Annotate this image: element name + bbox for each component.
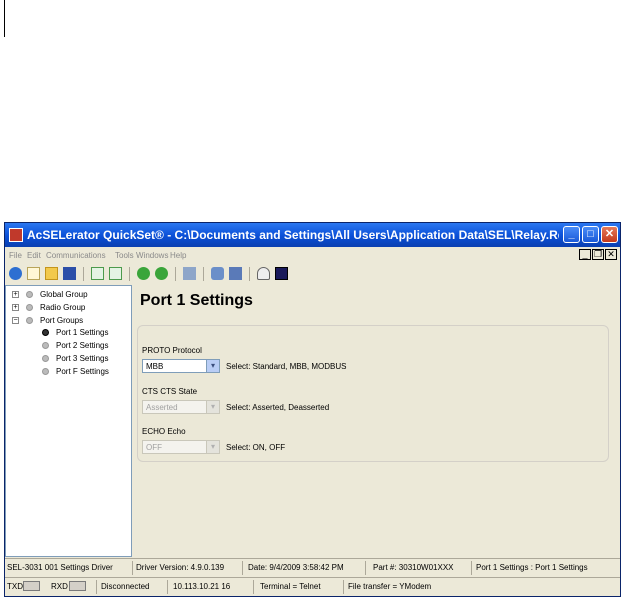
send-icon[interactable] — [109, 267, 122, 280]
tree-item-port-2-settings[interactable]: Port 2 Settings — [56, 341, 108, 350]
page-title: Port 1 Settings — [140, 292, 253, 309]
minimize-button[interactable]: _ — [563, 226, 580, 243]
tree-item-port-3-settings[interactable]: Port 3 Settings — [56, 354, 108, 363]
expand-icon[interactable]: + — [12, 304, 19, 311]
mdi-restore-button[interactable]: ❐ — [592, 249, 604, 260]
echo-hint: Select: ON, OFF — [226, 443, 286, 452]
tree-item-port-1-settings[interactable]: Port 1 Settings — [56, 328, 108, 337]
setting-label-proto: PROTO Protocol — [142, 346, 202, 355]
group-icon — [26, 291, 33, 298]
menu-help[interactable]: Help — [170, 251, 186, 260]
go-green-icon[interactable] — [137, 267, 150, 280]
toolbar — [5, 264, 620, 284]
chevron-down-icon[interactable]: ▾ — [206, 441, 219, 453]
page-margin-line — [4, 0, 5, 37]
txd-indicator-icon — [23, 581, 40, 591]
toolbar-separator — [83, 267, 84, 281]
group-icon — [26, 317, 33, 324]
connection-address: 10.113.10.21 16 — [173, 582, 231, 591]
status-separator — [167, 580, 168, 594]
setting-label-cts: CTS CTS State — [142, 387, 198, 396]
mdi-close-button[interactable]: ✕ — [605, 249, 617, 260]
window-title: AcSELerator QuickSet® - C:\Documents and… — [27, 228, 559, 242]
download-icon[interactable] — [229, 267, 242, 280]
toolbar-separator — [249, 267, 250, 281]
mdi-minimize-button[interactable]: _ — [579, 249, 591, 260]
toolbar-separator — [129, 267, 130, 281]
echo-value: OFF — [146, 443, 162, 452]
read-icon[interactable] — [91, 267, 104, 280]
cts-value: Asserted — [146, 403, 178, 412]
network-icon[interactable] — [183, 267, 196, 280]
expand-icon[interactable]: + — [12, 291, 19, 298]
status-separator — [343, 580, 344, 594]
cts-dropdown[interactable]: Asserted ▾ — [142, 400, 220, 414]
connection-status: Disconnected — [101, 582, 150, 591]
status-part: Part #: 30310W01XXX — [373, 563, 454, 572]
save-icon[interactable] — [63, 267, 76, 280]
new-icon[interactable] — [27, 267, 40, 280]
status-location: Port 1 Settings : Port 1 Settings — [476, 563, 588, 572]
chevron-down-icon[interactable]: ▾ — [206, 401, 219, 413]
status-separator — [242, 561, 243, 575]
settings-panel: Port 1 Settings PROTO Protocol MBB ▾ Sel… — [133, 285, 620, 557]
title-bar[interactable]: AcSELerator QuickSet® - C:\Documents and… — [5, 223, 620, 247]
item-icon — [42, 342, 49, 349]
status-separator — [253, 580, 254, 594]
tree-item-radio-group[interactable]: Radio Group — [40, 303, 85, 312]
status-separator — [471, 561, 472, 575]
connect-icon[interactable] — [9, 267, 22, 280]
txd-label: TXD — [7, 582, 23, 591]
tree-item-port-f-settings[interactable]: Port F Settings — [56, 367, 109, 376]
settings-group-box: PROTO Protocol MBB ▾ Select: Standard, M… — [137, 325, 609, 462]
tree-item-port-groups[interactable]: Port Groups — [40, 316, 83, 325]
proto-value: MBB — [146, 362, 164, 371]
menu-communications[interactable]: Communications — [46, 251, 106, 260]
menu-tools[interactable]: Tools — [115, 251, 134, 260]
status-separator — [365, 561, 366, 575]
app-icon — [9, 228, 23, 242]
status-separator — [132, 561, 133, 575]
file-transfer-protocol: File transfer = YModem — [348, 582, 432, 591]
rxd-label: RXD — [51, 582, 68, 591]
settings-tree: + Global Group + Radio Group − Port Grou… — [5, 285, 132, 557]
open-folder-icon[interactable] — [45, 267, 58, 280]
close-button[interactable]: ✕ — [601, 226, 618, 243]
menu-edit[interactable]: Edit — [27, 251, 41, 260]
item-icon — [42, 355, 49, 362]
settings-icon[interactable] — [211, 267, 224, 280]
chevron-down-icon[interactable]: ▾ — [206, 360, 219, 372]
menu-windows[interactable]: Windows — [136, 251, 168, 260]
active-item-icon — [42, 329, 49, 336]
group-icon — [26, 304, 33, 311]
rxd-indicator-icon — [69, 581, 86, 591]
go-green-alt-icon[interactable] — [155, 267, 168, 280]
status-bar-settings: SEL-3031 001 Settings Driver Driver Vers… — [5, 558, 620, 577]
meter-icon[interactable] — [257, 267, 270, 280]
item-icon — [42, 368, 49, 375]
status-bar-connection: TXD RXD Disconnected 10.113.10.21 16 Ter… — [5, 577, 620, 596]
status-date: Date: 9/4/2009 3:58:42 PM — [248, 563, 344, 572]
cts-hint: Select: Asserted, Deasserted — [226, 403, 330, 412]
maximize-button[interactable]: □ — [582, 226, 599, 243]
tree-item-global-group[interactable]: Global Group — [40, 290, 88, 299]
toolbar-separator — [175, 267, 176, 281]
collapse-icon[interactable]: − — [12, 317, 19, 324]
toolbar-separator — [203, 267, 204, 281]
echo-dropdown[interactable]: OFF ▾ — [142, 440, 220, 454]
proto-hint: Select: Standard, MBB, MODBUS — [226, 362, 347, 371]
menu-bar: File Edit Communications Tools Windows H… — [5, 247, 620, 264]
terminal-icon[interactable] — [275, 267, 288, 280]
status-separator — [96, 580, 97, 594]
terminal-type: Terminal = Telnet — [260, 582, 321, 591]
application-window: AcSELerator QuickSet® - C:\Documents and… — [4, 222, 621, 597]
setting-label-echo: ECHO Echo — [142, 427, 186, 436]
status-driver-version: Driver Version: 4.9.0.139 — [136, 563, 225, 572]
status-driver: SEL-3031 001 Settings Driver — [7, 563, 113, 572]
proto-dropdown[interactable]: MBB ▾ — [142, 359, 220, 373]
menu-file[interactable]: File — [9, 251, 22, 260]
